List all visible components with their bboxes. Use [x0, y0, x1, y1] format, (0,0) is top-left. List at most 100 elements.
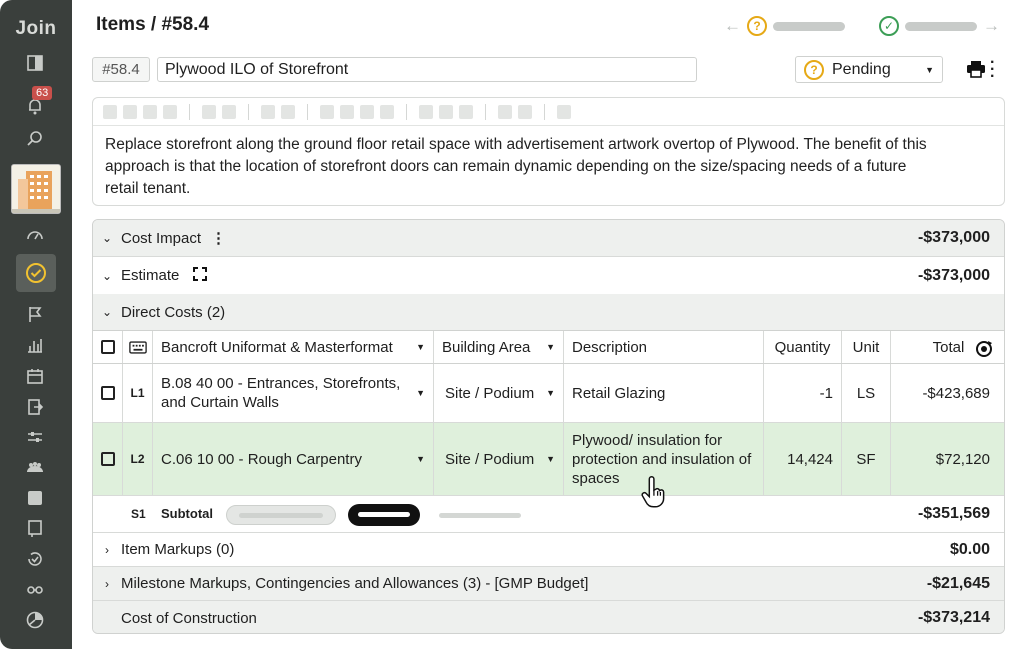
kebab-menu-icon[interactable]: ⋮	[211, 229, 226, 247]
direct-costs-row[interactable]: ⌄ Direct Costs (2)	[93, 294, 1004, 330]
history-icon[interactable]	[24, 548, 46, 570]
description-cell[interactable]: Retail Glazing	[564, 364, 764, 422]
subtotal-row: S1 Subtotal -$351,569	[93, 496, 1004, 533]
chevron-down-icon[interactable]: ▼	[546, 388, 555, 398]
next-item-arrow-icon[interactable]: →	[983, 16, 1000, 36]
category-value: B.08 40 00 - Entrances, Storefronts, and…	[161, 375, 401, 411]
milestone-markups-row[interactable]: › Milestone Markups, Contingencies and A…	[93, 567, 1004, 601]
area-cell[interactable]: Site / Podium ▼	[434, 423, 564, 495]
unit-header: Unit	[842, 331, 891, 363]
area-cell[interactable]: Site / Podium ▼	[434, 364, 564, 422]
bullet-list-tool-icon[interactable]	[320, 104, 334, 119]
chevron-down-icon[interactable]: ▼	[416, 384, 425, 403]
sidebar-toggle-icon[interactable]	[24, 52, 46, 74]
select-all-checkbox[interactable]	[100, 340, 115, 354]
description-value: Retail Glazing	[572, 384, 666, 402]
row-checkbox[interactable]	[100, 452, 115, 466]
chevron-down-icon[interactable]: ▼	[546, 454, 555, 464]
outdent-tool-icon[interactable]	[380, 104, 394, 119]
chevron-right-icon[interactable]: ›	[93, 577, 121, 591]
row-level: L1	[130, 386, 145, 400]
import-icon[interactable]	[24, 396, 46, 418]
category-cell[interactable]: B.08 40 00 - Entrances, Storefronts, and…	[153, 364, 434, 422]
print-button[interactable]	[966, 60, 986, 83]
pie-chart-icon[interactable]	[24, 609, 46, 631]
chevron-right-icon[interactable]: ›	[93, 543, 121, 557]
redo-tool-icon[interactable]	[518, 104, 532, 119]
unit-cell[interactable]: LS	[842, 364, 891, 422]
quantity-header-label: Quantity	[774, 338, 831, 356]
keyboard-icon[interactable]	[128, 340, 147, 354]
flag-icon[interactable]	[24, 303, 46, 325]
indent-tool-icon[interactable]	[360, 104, 374, 119]
table-row[interactable]: L2 C.06 10 00 - Rough Carpentry ▼ Site / …	[93, 423, 1004, 496]
check-circle-icon	[26, 263, 46, 283]
italic-tool-icon[interactable]	[123, 104, 137, 119]
project-thumbnail[interactable]	[11, 164, 61, 214]
chevron-down-icon[interactable]: ⌄	[93, 305, 121, 319]
unit-cell[interactable]: SF	[842, 423, 891, 495]
chevron-down-icon[interactable]: ▼	[416, 454, 425, 464]
team-icon[interactable]	[24, 456, 46, 478]
square-icon[interactable]	[24, 487, 46, 509]
quantity-value: 14,424	[787, 450, 833, 468]
category-cell[interactable]: C.06 10 00 - Rough Carpentry ▼	[153, 423, 434, 495]
area-value: Site / Podium	[445, 384, 535, 402]
clear-format-tool-icon[interactable]	[557, 104, 571, 119]
row-checkbox[interactable]	[100, 386, 115, 400]
markup-toggle-option[interactable]	[226, 505, 336, 525]
glasses-icon[interactable]	[24, 578, 46, 600]
underline-tool-icon[interactable]	[143, 104, 157, 119]
rotate-icon[interactable]	[974, 339, 994, 363]
table-header: Bancroft Uniformat & Masterformat ▼ Build…	[93, 330, 1004, 364]
link-tool-icon[interactable]	[419, 104, 433, 119]
category-header-label: Bancroft Uniformat & Masterformat	[161, 338, 393, 356]
cost-impact-row[interactable]: ⌄ Cost Impact ⋮ -$373,000	[93, 220, 1004, 257]
image-tool-icon[interactable]	[439, 104, 453, 119]
next-item-placeholder[interactable]	[905, 21, 977, 31]
previous-item-placeholder[interactable]	[773, 21, 845, 31]
table-tool-icon[interactable]	[459, 104, 473, 119]
calendar-icon[interactable]	[24, 365, 46, 387]
chevron-down-icon[interactable]: ▼	[546, 342, 555, 352]
chevron-down-icon[interactable]: ⌄	[93, 231, 121, 245]
heading-tool-icon[interactable]	[202, 104, 216, 119]
subtotal-level: S1	[131, 507, 146, 521]
item-name-input[interactable]: Plywood ILO of Storefront	[157, 57, 697, 82]
estimate-row[interactable]: ⌄ Estimate -$373,000	[93, 257, 1004, 294]
quantity-cell[interactable]: -1	[764, 364, 842, 422]
number-list-tool-icon[interactable]	[340, 104, 354, 119]
toolbar-divider	[406, 103, 407, 120]
chart-icon[interactable]	[24, 334, 46, 356]
highlight-tool-icon[interactable]	[281, 104, 295, 119]
area-header[interactable]: Building Area ▼	[434, 331, 564, 363]
unit-value: LS	[856, 384, 876, 402]
previous-item-arrow-icon[interactable]: ←	[724, 16, 741, 36]
app-window: Join 63 Items / #58.4 ← ? ✓ → #58.4 Plyw…	[0, 0, 1024, 649]
book-icon[interactable]	[24, 517, 46, 539]
bold-tool-icon[interactable]	[103, 104, 117, 119]
description-text[interactable]: Replace storefront along the ground floo…	[93, 126, 953, 208]
markup-toggle-selected[interactable]	[348, 504, 420, 526]
chevron-down-icon[interactable]: ⌄	[93, 269, 121, 283]
row-select-cell	[93, 364, 123, 422]
settings-sliders-icon[interactable]	[24, 426, 46, 448]
search-icon[interactable]	[24, 128, 46, 150]
undo-tool-icon[interactable]	[498, 104, 512, 119]
items-nav-active[interactable]	[16, 254, 56, 292]
quote-tool-icon[interactable]	[222, 104, 236, 119]
chevron-down-icon[interactable]: ▼	[416, 342, 425, 352]
item-markups-row[interactable]: › Item Markups (0) $0.00	[93, 533, 1004, 567]
category-header[interactable]: Bancroft Uniformat & Masterformat ▼	[153, 331, 434, 363]
table-row[interactable]: L1 B.08 40 00 - Entrances, Storefronts, …	[93, 364, 1004, 423]
speedometer-icon[interactable]	[24, 224, 46, 246]
quantity-cell[interactable]: 14,424	[764, 423, 842, 495]
description-editor[interactable]: Replace storefront along the ground floo…	[92, 97, 1005, 206]
markup-toggle-option[interactable]	[439, 513, 521, 518]
status-select[interactable]: ? Pending ▼	[795, 56, 943, 83]
subtotal-value: -$351,569	[917, 505, 990, 522]
expand-icon[interactable]	[193, 266, 208, 285]
color-tool-icon[interactable]	[261, 104, 275, 119]
more-options-icon[interactable]: · · ·	[990, 55, 995, 85]
strike-tool-icon[interactable]	[163, 104, 177, 119]
